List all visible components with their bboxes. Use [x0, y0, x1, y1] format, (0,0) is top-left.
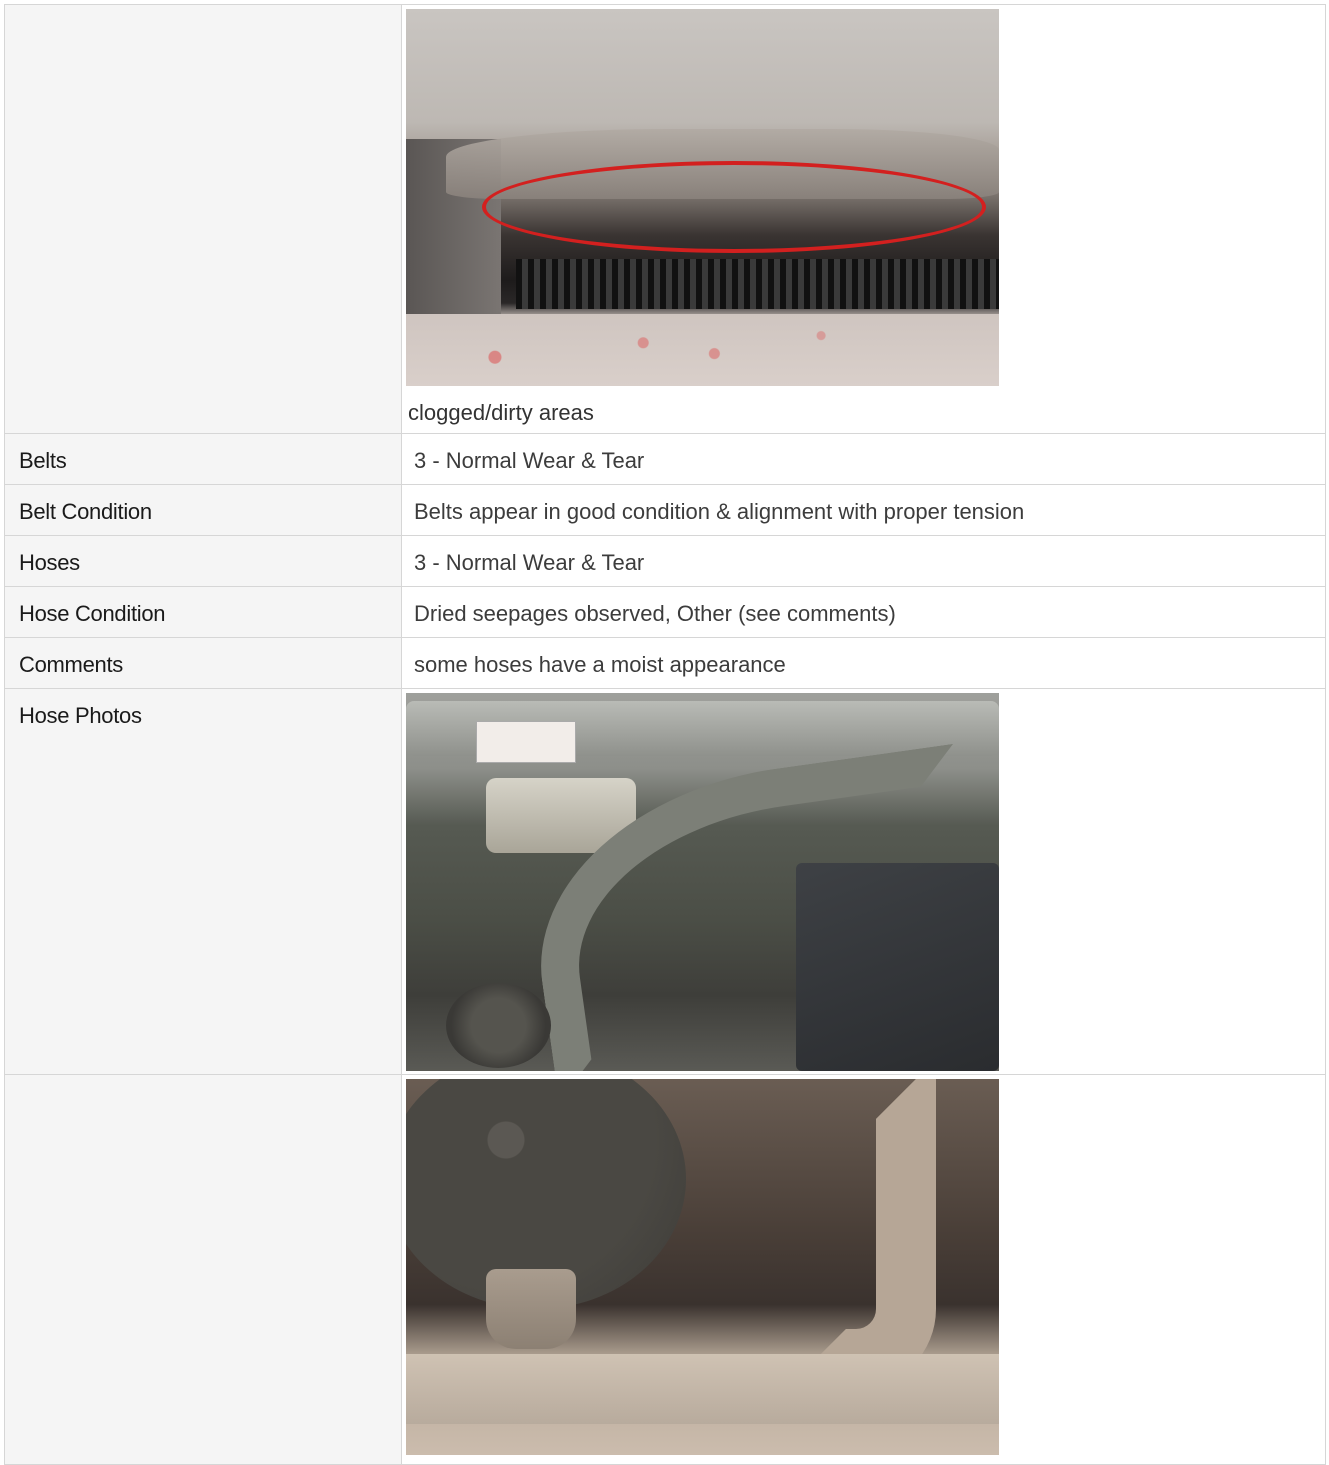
- inspection-table: clogged/dirty areas Belts 3 - Normal Wea…: [4, 4, 1326, 1465]
- row-label: Comments: [5, 638, 402, 688]
- row-value: 3 - Normal Wear & Tear: [414, 550, 645, 575]
- photo-cell: [402, 1075, 1325, 1464]
- hose-photos-row: Hose Photos: [5, 688, 1325, 1074]
- row-value: Belts appear in good condition & alignme…: [414, 499, 1025, 524]
- photo-cell: clogged/dirty areas: [402, 5, 1325, 433]
- table-row: Belts 3 - Normal Wear & Tear: [5, 433, 1325, 484]
- annotation-ring-icon: [482, 161, 986, 253]
- photo-cell: [402, 689, 1325, 1074]
- air-filter-hose-photo[interactable]: [406, 1079, 999, 1455]
- row-label: Hose Photos: [5, 689, 402, 1074]
- table-row: Comments some hoses have a moist appeara…: [5, 637, 1325, 688]
- row-label: Belt Condition: [5, 485, 402, 535]
- row-value: Dried seepages observed, Other (see comm…: [414, 601, 896, 626]
- row-value: some hoses have a moist appearance: [414, 652, 786, 677]
- radiator-photo-row: clogged/dirty areas: [5, 5, 1325, 433]
- row-label: Hose Condition: [5, 587, 402, 637]
- air-filter-photo-row: [5, 1074, 1325, 1464]
- radiator-clog-photo[interactable]: [406, 9, 999, 386]
- photo-caption: clogged/dirty areas: [408, 400, 594, 425]
- row-value: 3 - Normal Wear & Tear: [414, 448, 645, 473]
- row-label: Hoses: [5, 536, 402, 586]
- row-label: [5, 1075, 402, 1464]
- row-label: [5, 5, 402, 433]
- row-label: Belts: [5, 434, 402, 484]
- table-row: Hose Condition Dried seepages observed, …: [5, 586, 1325, 637]
- table-row: Hoses 3 - Normal Wear & Tear: [5, 535, 1325, 586]
- table-row: Belt Condition Belts appear in good cond…: [5, 484, 1325, 535]
- engine-hose-photo[interactable]: [406, 693, 999, 1071]
